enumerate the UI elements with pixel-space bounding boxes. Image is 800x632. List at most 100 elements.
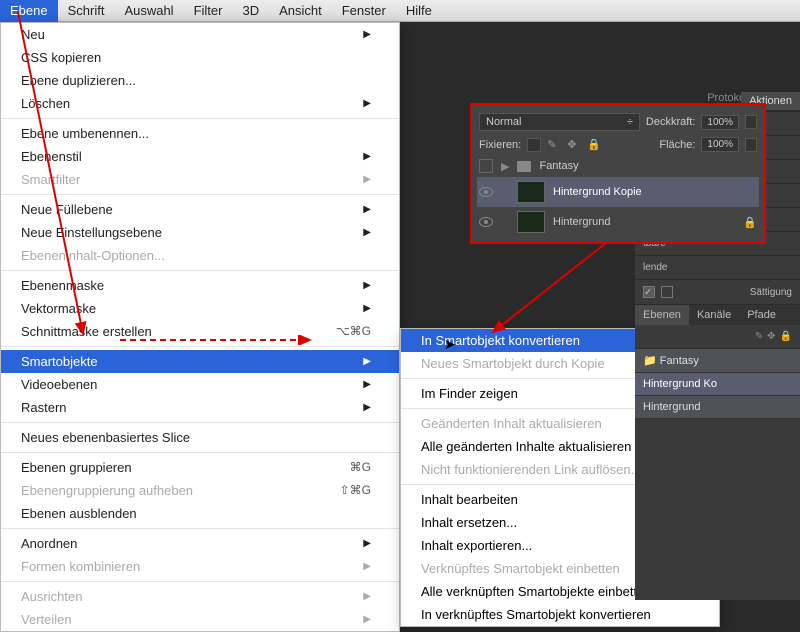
kanaele-tab[interactable]: Kanäle [689, 305, 739, 325]
menu-item-label: Neue Einstellungsebene [21, 224, 162, 241]
checkbox[interactable] [661, 286, 673, 298]
menu-item: Verteilen▶ [1, 608, 399, 631]
menu-item[interactable]: Ebenenmaske▶ [1, 274, 399, 297]
menu-item[interactable]: Neu ▶ [1, 23, 399, 46]
blend-mode-select[interactable]: Normal÷ [479, 113, 640, 131]
menu-item[interactable]: Rastern ▶ [1, 396, 399, 419]
fill-dropdown-icon[interactable] [745, 138, 757, 152]
menu-item[interactable]: Ebene duplizieren... [1, 69, 399, 92]
eye-icon[interactable] [479, 187, 493, 197]
layer-thumbnail [517, 211, 545, 233]
submenu-arrow-icon: ▶ [363, 535, 371, 552]
menu-item[interactable]: Neue Einstellungsebene ▶ [1, 221, 399, 244]
menu-item-label: Neues ebenenbasiertes Slice [21, 429, 190, 446]
submenu-arrow-icon: ▶ [363, 277, 371, 294]
menu-item-label: Ebenengruppierung aufheben [21, 482, 193, 499]
menubar-item-ansicht[interactable]: Ansicht [269, 0, 332, 22]
menu-item[interactable]: Ebenen gruppieren⌘G [1, 456, 399, 479]
menu-item[interactable]: Neues ebenenbasiertes Slice [1, 426, 399, 449]
menu-item: Ausrichten▶ [1, 585, 399, 608]
opacity-label: Deckkraft: [646, 116, 696, 128]
menu-item[interactable]: Smartobjekte▶ [1, 350, 399, 373]
submenu-arrow-icon: ▶ [363, 171, 371, 188]
shortcut: ⌥⌘G [336, 323, 371, 340]
menu-item[interactable]: Videoebenen ▶ [1, 373, 399, 396]
menubar-item-hilfe[interactable]: Hilfe [396, 0, 442, 22]
menubar-item-3d[interactable]: 3D [232, 0, 269, 22]
menu-item[interactable]: Vektormaske▶ [1, 297, 399, 320]
expand-arrow-icon[interactable]: ▶ [501, 160, 509, 173]
group-name: Fantasy [660, 355, 699, 367]
separator [1, 270, 399, 271]
submenu-arrow-icon: ▶ [363, 95, 371, 112]
folder-icon: 📁 [643, 355, 657, 367]
move-icon[interactable]: ✥ [767, 331, 775, 342]
checkbox[interactable]: ✓ [643, 286, 655, 298]
menu-item-label: Neu [21, 26, 45, 43]
layer-name: Hintergrund [553, 216, 610, 228]
menu-item[interactable]: Neue Füllebene▶ [1, 198, 399, 221]
layer-thumbnail [517, 181, 545, 203]
layers-panel-highlighted: Normal÷ Deckkraft: 100% Fixieren: ✎ ✥ 🔒 … [470, 103, 766, 244]
menu-item-label: Ebene duplizieren... [21, 72, 136, 89]
lock-transparency-icon[interactable] [527, 138, 541, 152]
fill-value[interactable]: 100% [701, 137, 739, 152]
menu-item[interactable]: Ebenen ausblenden [1, 502, 399, 525]
layer-row[interactable]: Hintergrund 🔒 [477, 207, 759, 237]
pfade-tab[interactable]: Pfade [739, 305, 784, 325]
submenu-arrow-icon: ▶ [363, 26, 371, 43]
lock-position-icon[interactable]: ✥ [567, 138, 581, 152]
separator [1, 581, 399, 582]
menubar-item-fenster[interactable]: Fenster [332, 0, 396, 22]
menu-item: Ebeneninhalt-Optionen... [1, 244, 399, 267]
folder-icon [517, 161, 531, 172]
eye-icon[interactable] [479, 217, 493, 227]
menu-item-label: Videoebenen [21, 376, 97, 393]
menu-item[interactable]: Ebene umbenennen... [1, 122, 399, 145]
action-item[interactable]: lende [635, 256, 800, 280]
layer-group-row[interactable]: ▶ Fantasy [477, 155, 759, 177]
submenu-arrow-icon: ▶ [363, 148, 371, 165]
separator [1, 346, 399, 347]
menubar: EbeneSchriftAuswahlFilter3DAnsichtFenste… [0, 0, 800, 22]
menu-item[interactable]: CSS kopieren [1, 46, 399, 69]
menu-item-label: Neue Füllebene [21, 201, 113, 218]
menu-item[interactable]: In verknüpftes Smartobjekt konvertieren [401, 603, 719, 626]
menu-item: Ebenengruppierung aufheben⇧⌘G [1, 479, 399, 502]
menubar-item-filter[interactable]: Filter [184, 0, 233, 22]
menubar-item-ebene[interactable]: Ebene [0, 0, 58, 22]
visibility-toggle[interactable] [479, 159, 493, 173]
ebenen-tab[interactable]: Ebenen [635, 305, 689, 325]
lock-icon[interactable]: 🔒 [780, 331, 792, 342]
opacity-value[interactable]: 100% [701, 115, 739, 130]
opacity-dropdown-icon[interactable] [745, 115, 757, 129]
menu-item-label: Verteilen [21, 611, 72, 628]
menubar-item-auswahl[interactable]: Auswahl [114, 0, 183, 22]
layer-group[interactable]: 📁 Fantasy [635, 349, 800, 373]
menu-item-label: Rastern [21, 399, 67, 416]
menu-item[interactable]: Anordnen▶ [1, 532, 399, 555]
menu-item-label: Smartobjekte [21, 353, 98, 370]
menu-item-label: Ebene umbenennen... [21, 125, 149, 142]
lock-pixels-icon[interactable]: ✎ [547, 138, 561, 152]
menu-item[interactable]: Schnittmaske erstellen⌥⌘G [1, 320, 399, 343]
layer-name: Hintergrund Kopie [553, 186, 642, 198]
menu-item-label: Alle verknüpften Smartobjekte einbetten [421, 583, 652, 600]
lock-all-icon[interactable]: 🔒 [587, 138, 601, 152]
menu-item[interactable]: Löschen▶ [1, 92, 399, 115]
menu-item[interactable]: Ebenenstil▶ [1, 145, 399, 168]
menu-item-label: Ebenen ausblenden [21, 505, 137, 522]
submenu-arrow-icon: ▶ [363, 224, 371, 241]
menu-item-label: Inhalt ersetzen... [421, 514, 517, 531]
layer-row[interactable]: Hintergrund Kopie [477, 177, 759, 207]
menu-item-label: CSS kopieren [21, 49, 101, 66]
menu-item-label: Vektormaske [21, 300, 96, 317]
menubar-item-schrift[interactable]: Schrift [58, 0, 115, 22]
layer-row[interactable]: Hintergrund [635, 396, 800, 419]
menu-item-label: In Smartobjekt konvertieren [421, 332, 580, 349]
submenu-arrow-icon: ▶ [363, 376, 371, 393]
separator [1, 118, 399, 119]
filter-icon[interactable]: ✎ [755, 331, 763, 342]
layer-row[interactable]: Hintergrund Ko [635, 373, 800, 396]
submenu-arrow-icon: ▶ [363, 399, 371, 416]
